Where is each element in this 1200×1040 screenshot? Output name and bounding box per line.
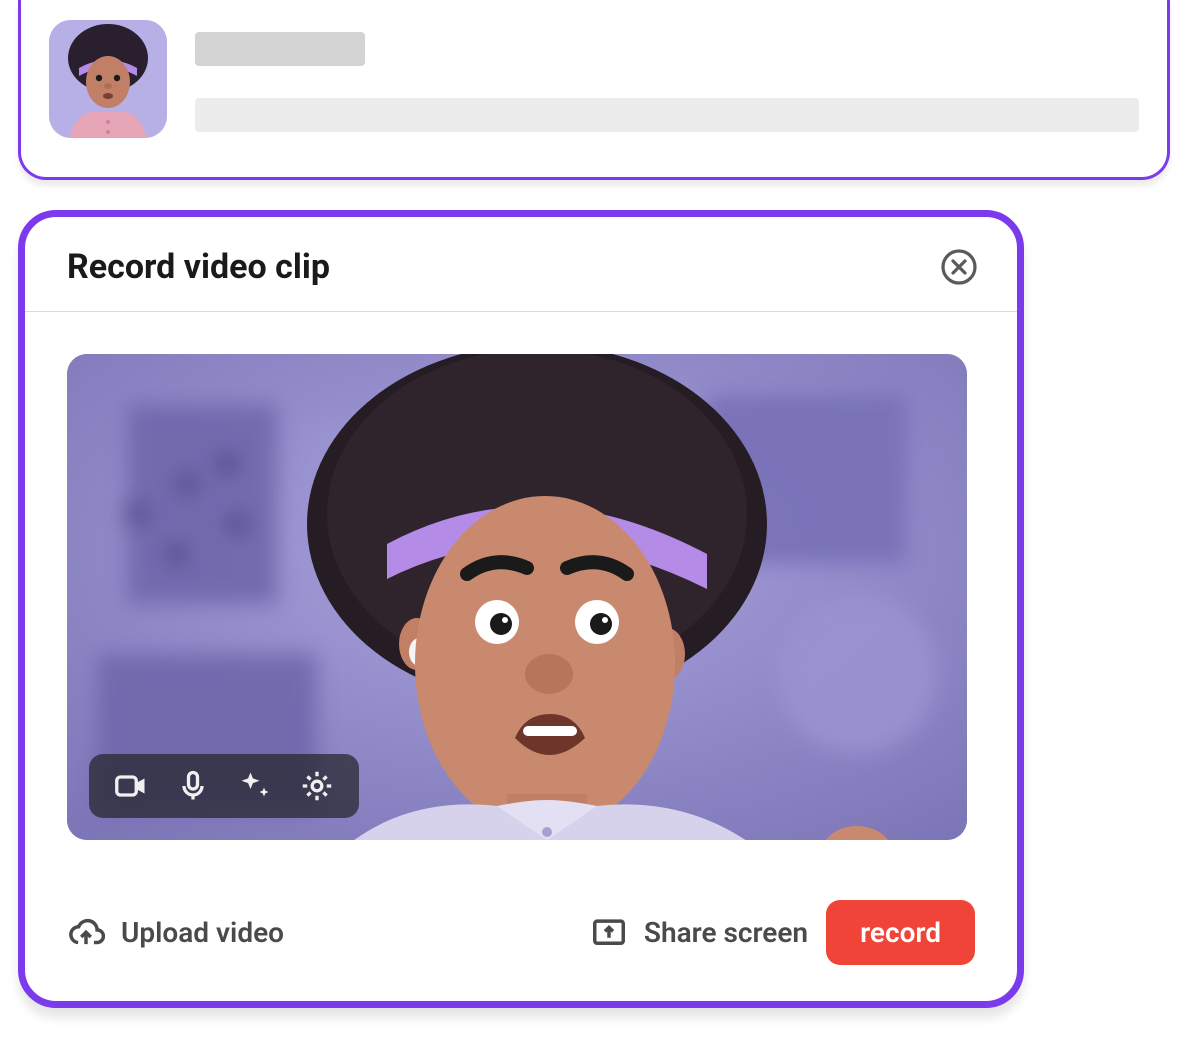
microphone-icon: [175, 768, 211, 804]
record-dialog: Record video clip: [18, 210, 1024, 1008]
video-preview: [67, 354, 967, 840]
skeleton-title: [195, 32, 365, 66]
dialog-title: Record video clip: [67, 247, 330, 287]
sparkle-icon: [237, 768, 273, 804]
camera-button[interactable]: [111, 766, 151, 806]
camera-icon: [113, 768, 149, 804]
mic-button[interactable]: [173, 766, 213, 806]
dialog-header: Record video clip: [25, 217, 1017, 312]
close-button[interactable]: [939, 247, 979, 287]
item-text: [195, 20, 1139, 132]
preview-toolbar: [89, 754, 359, 818]
record-button-label: record: [860, 916, 941, 949]
share-screen-icon: [590, 914, 628, 952]
share-screen-button[interactable]: Share screen: [590, 914, 808, 952]
gear-icon: [299, 768, 335, 804]
avatar: [49, 20, 167, 138]
dialog-body: [25, 312, 1017, 870]
settings-button[interactable]: [297, 766, 337, 806]
upload-video-button[interactable]: Upload video: [67, 914, 284, 952]
skeleton-body: [195, 98, 1139, 132]
effects-button[interactable]: [235, 766, 275, 806]
close-icon: [939, 247, 979, 287]
share-screen-label: Share screen: [644, 916, 808, 949]
record-button[interactable]: record: [826, 900, 975, 965]
cloud-upload-icon: [67, 914, 105, 952]
upload-video-label: Upload video: [121, 916, 284, 949]
dialog-footer: Upload video Share screen record: [25, 870, 1017, 1001]
item-card: [18, 0, 1170, 180]
